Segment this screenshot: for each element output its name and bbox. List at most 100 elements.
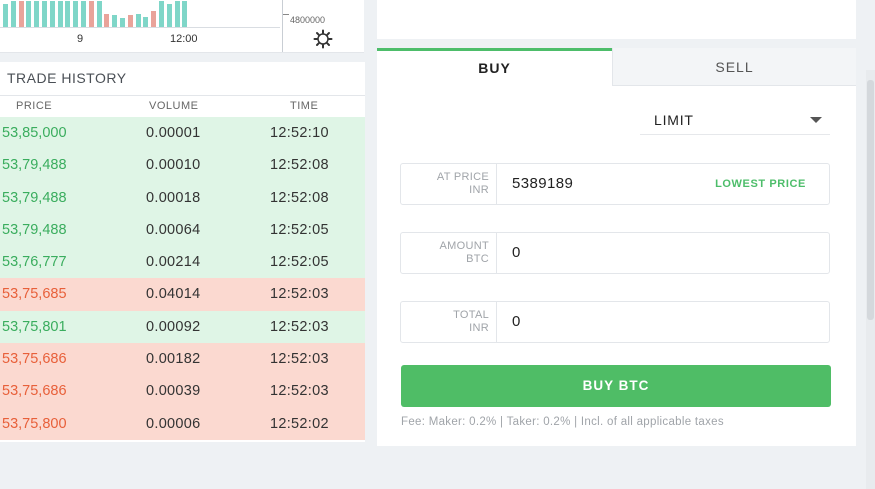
amount-label-text: AMOUNT bbox=[439, 240, 489, 252]
time-axis bbox=[0, 27, 280, 28]
volume-bar bbox=[182, 1, 188, 27]
trade-time: 12:52:03 bbox=[270, 351, 329, 368]
order-side-tabs: BUY SELL bbox=[377, 48, 856, 86]
order-form: BUY SELL LIMIT AT PRICE INR 5389189 LOWE… bbox=[377, 48, 856, 446]
volume-bar bbox=[120, 18, 125, 27]
trade-volume: 0.00001 bbox=[146, 125, 201, 141]
volume-bars bbox=[0, 0, 200, 27]
volume-bar bbox=[3, 4, 8, 27]
trade-row: 53,75,686 0.00039 12:52:03 bbox=[0, 375, 365, 408]
trade-price: 53,79,488 bbox=[2, 189, 67, 206]
trade-row: 53,79,488 0.00064 12:52:05 bbox=[0, 213, 365, 247]
lowest-price-link[interactable]: LOWEST PRICE bbox=[715, 178, 806, 190]
volume-bar bbox=[26, 1, 32, 27]
trade-volume: 0.00018 bbox=[146, 189, 201, 206]
field-divider bbox=[496, 164, 497, 204]
volume-bar bbox=[18, 1, 24, 27]
trade-price: 53,75,801 bbox=[2, 318, 67, 335]
column-header-volume: VOLUME bbox=[149, 100, 199, 112]
price-chart[interactable]: 9 12:00 4800000 bbox=[0, 0, 364, 53]
trade-row: 53,79,488 0.00010 12:52:08 bbox=[0, 149, 365, 182]
trade-volume: 0.04014 bbox=[146, 286, 201, 303]
price-axis-tick bbox=[283, 14, 289, 15]
trade-row: 53,75,685 0.04014 12:52:03 bbox=[0, 278, 365, 311]
trade-row: 53,79,488 0.00018 12:52:08 bbox=[0, 181, 365, 214]
volume-bar bbox=[88, 1, 94, 27]
volume-bar bbox=[174, 1, 180, 27]
total-input[interactable]: 0 bbox=[512, 313, 521, 330]
volume-bar bbox=[127, 15, 133, 27]
volume-bar bbox=[81, 1, 86, 27]
trade-volume: 0.00039 bbox=[146, 383, 201, 400]
market-summary-card bbox=[377, 0, 856, 39]
trade-time: 12:52:05 bbox=[270, 221, 329, 238]
price-axis-line bbox=[282, 0, 283, 52]
order-type-select[interactable]: LIMIT bbox=[640, 108, 830, 135]
price-axis-label: 4800000 bbox=[290, 15, 326, 25]
price-field[interactable]: AT PRICE INR 5389189 LOWEST PRICE bbox=[400, 163, 830, 205]
trade-volume: 0.00064 bbox=[146, 221, 201, 238]
trade-price: 53,85,000 bbox=[2, 125, 67, 141]
tab-sell[interactable]: SELL bbox=[612, 48, 856, 86]
volume-bar bbox=[112, 15, 118, 27]
volume-bar bbox=[57, 1, 63, 27]
time-tick-label: 9 bbox=[77, 33, 84, 45]
trade-volume: 0.00006 bbox=[146, 415, 201, 432]
total-field[interactable]: TOTAL INR 0 bbox=[400, 301, 830, 343]
amount-field-label: AMOUNT BTC bbox=[401, 240, 489, 266]
trade-history-header: PRICE VOLUME TIME bbox=[0, 98, 365, 116]
gear-icon[interactable] bbox=[313, 29, 333, 49]
trade-time: 12:52:03 bbox=[270, 383, 329, 400]
trade-volume: 0.00214 bbox=[146, 254, 201, 271]
volume-bar bbox=[151, 11, 157, 27]
volume-bar bbox=[42, 1, 47, 27]
trade-price: 53,75,686 bbox=[2, 383, 67, 400]
trade-price: 53,76,777 bbox=[2, 254, 67, 271]
field-divider bbox=[496, 233, 497, 273]
scrollbar-thumb[interactable] bbox=[867, 80, 874, 320]
trade-row: 53,75,801 0.00092 12:52:03 bbox=[0, 310, 365, 344]
trade-row: 53,85,000 0.00001 12:52:10 bbox=[0, 117, 365, 150]
trade-volume: 0.00092 bbox=[146, 318, 201, 335]
trade-time: 12:52:02 bbox=[270, 415, 329, 432]
total-field-label: TOTAL INR bbox=[401, 309, 489, 335]
trade-row: 53,75,800 0.00006 12:52:02 bbox=[0, 407, 365, 440]
tab-buy[interactable]: BUY bbox=[377, 48, 612, 86]
volume-bar bbox=[143, 17, 149, 27]
volume-bar bbox=[10, 1, 16, 27]
divider bbox=[0, 95, 365, 96]
order-type-value: LIMIT bbox=[654, 112, 694, 128]
amount-currency-text: BTC bbox=[466, 253, 489, 265]
column-header-time: TIME bbox=[290, 100, 319, 112]
fee-info: Fee: Maker: 0.2% | Taker: 0.2% | Incl. o… bbox=[401, 416, 724, 428]
column-header-price: PRICE bbox=[16, 100, 53, 112]
trade-time: 12:52:03 bbox=[270, 318, 329, 335]
trade-time: 12:52:08 bbox=[270, 157, 329, 174]
volume-bar bbox=[135, 14, 141, 27]
field-divider bbox=[496, 302, 497, 342]
trade-price: 53,79,488 bbox=[2, 157, 67, 174]
trade-history-title: TRADE HISTORY bbox=[7, 70, 127, 86]
buy-btc-button[interactable]: BUY BTC bbox=[401, 365, 831, 407]
trade-volume: 0.00182 bbox=[146, 351, 201, 368]
volume-bar bbox=[65, 1, 71, 27]
trade-time: 12:52:08 bbox=[270, 189, 329, 206]
volume-bar bbox=[166, 4, 172, 27]
trade-price: 53,79,488 bbox=[2, 221, 67, 238]
trade-price: 53,75,685 bbox=[2, 286, 67, 303]
trade-volume: 0.00010 bbox=[146, 157, 201, 174]
price-currency-text: INR bbox=[469, 184, 489, 196]
trade-time: 12:52:05 bbox=[270, 254, 329, 271]
amount-field[interactable]: AMOUNT BTC 0 bbox=[400, 232, 830, 274]
total-label-text: TOTAL bbox=[453, 309, 489, 321]
price-input[interactable]: 5389189 bbox=[512, 175, 573, 192]
amount-input[interactable]: 0 bbox=[512, 244, 521, 261]
volume-bar bbox=[96, 1, 102, 27]
trade-price: 53,75,686 bbox=[2, 351, 67, 368]
time-tick-label: 12:00 bbox=[170, 33, 198, 45]
volume-bar bbox=[49, 1, 55, 27]
trade-price: 53,75,800 bbox=[2, 415, 67, 432]
price-field-label: AT PRICE INR bbox=[401, 171, 489, 197]
trade-history-panel: TRADE HISTORY PRICE VOLUME TIME 53,85,00… bbox=[0, 62, 365, 442]
total-currency-text: INR bbox=[469, 322, 489, 334]
